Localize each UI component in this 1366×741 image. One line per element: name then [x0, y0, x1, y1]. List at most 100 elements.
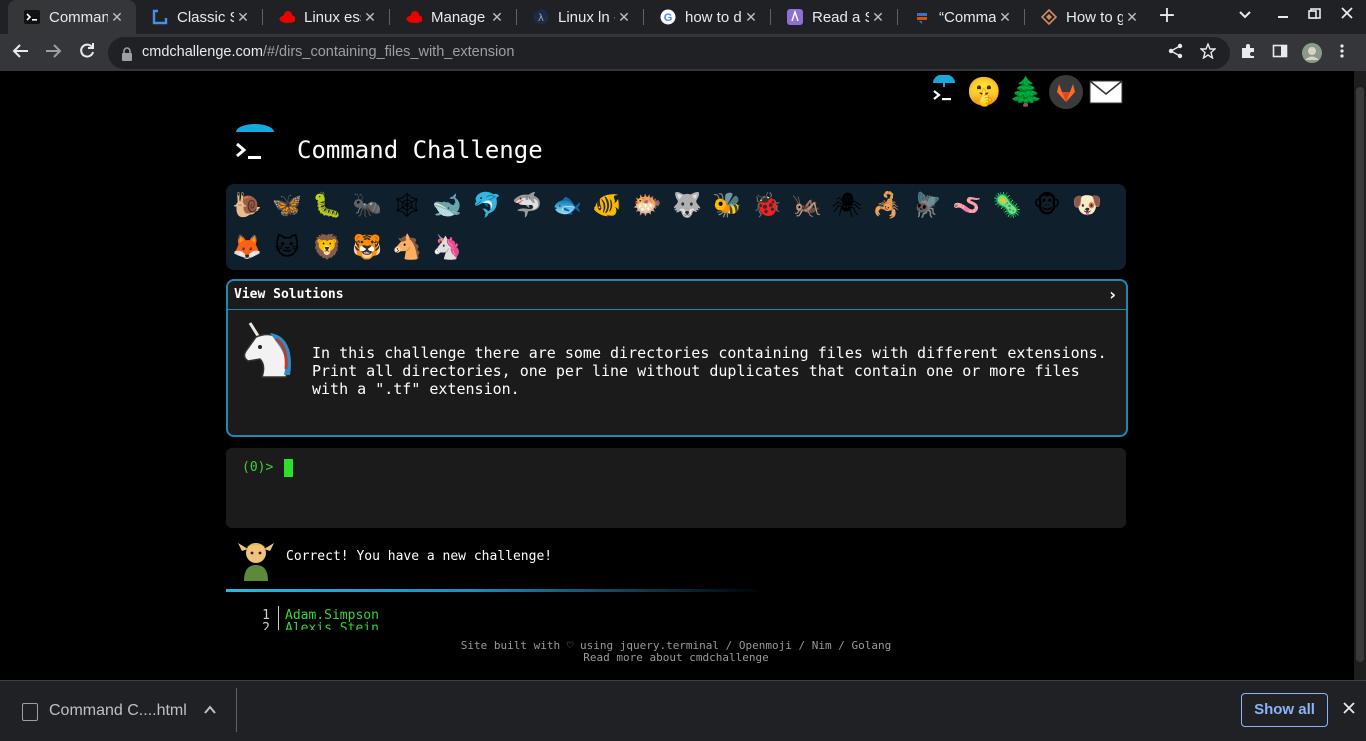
terminal-input-area[interactable]: (0)>	[226, 448, 1126, 528]
chevron-up-icon[interactable]	[204, 701, 216, 720]
lock-icon[interactable]	[121, 46, 133, 65]
tab-close-icon[interactable]: ✕	[615, 9, 633, 26]
tab-linux-ess[interactable]: Linux ess ✕	[263, 0, 389, 34]
new-tab-button[interactable]: +	[1156, 5, 1178, 27]
tab-search-icon[interactable]	[1234, 7, 1256, 25]
tab-close-icon[interactable]: ✕	[1123, 9, 1141, 26]
extensions-icon[interactable]	[1238, 43, 1258, 63]
blowfish-icon[interactable]: 🐡	[630, 188, 664, 222]
challenge-panel: View Solutions › In this challenge there…	[226, 279, 1128, 437]
share-icon[interactable]	[1166, 43, 1186, 63]
fly-icon[interactable]: 🪰	[910, 188, 944, 222]
scorpion-icon[interactable]: 🦂	[870, 188, 904, 222]
url-text[interactable]: cmdchallenge.com/#/dirs_containing_files…	[142, 44, 514, 60]
diamond-favicon	[1041, 9, 1057, 25]
view-solutions-header[interactable]: View Solutions ›	[228, 281, 1126, 310]
butterfly-icon[interactable]: 🦋	[270, 188, 304, 222]
tab-title: Classic Sy	[177, 8, 234, 26]
lambda-favicon: λ	[533, 9, 549, 25]
tab-close-icon[interactable]: ✕	[108, 9, 126, 26]
tab-manage[interactable]: Manage y ✕	[390, 0, 516, 34]
unicorn-icon[interactable]: 🦄	[430, 230, 464, 264]
profile-avatar[interactable]	[1302, 43, 1322, 63]
shark-icon[interactable]: 🦈	[510, 188, 544, 222]
fish-icon[interactable]: 🐟	[550, 188, 584, 222]
unicorn-icon	[236, 319, 296, 379]
line-number: 2	[262, 621, 270, 630]
challenge-progress-bar: 🐌 🦋 🐛 🐜 🕸 🐋 🐬 🦈 🐟 🐠 🐡 🐺 🐝 🐞 🦗 🕷 🦂 🪰 🪱 🦠 🐵 🐶 🦊 🐱 🦁 🐯 🐴 🦄	[226, 184, 1126, 270]
tab-close-icon[interactable]: ✕	[869, 9, 887, 26]
worm-icon[interactable]: 🪱	[950, 188, 984, 222]
tab-title: How to g	[1066, 8, 1123, 26]
whale-icon[interactable]: 🐋	[430, 188, 464, 222]
tab-classic[interactable]: Classic Sy ✕	[136, 0, 262, 34]
tab-command-quote[interactable]: “Comma ✕	[898, 0, 1024, 34]
minimize-icon[interactable]	[1272, 6, 1294, 24]
tab-google[interactable]: G how to d ✕	[644, 0, 770, 34]
menu-kebab-icon[interactable]	[1332, 43, 1352, 63]
ladybug-icon[interactable]: 🐞	[750, 188, 784, 222]
reload-icon[interactable]	[76, 42, 98, 64]
tab-command-challenge[interactable]: Comman ✕	[8, 0, 136, 34]
vertical-scrollbar[interactable]	[1354, 71, 1366, 680]
snail-icon[interactable]: 🐌	[230, 188, 264, 222]
purple-favicon	[787, 9, 803, 25]
tab-read-a-sp[interactable]: Read a Sp ✕	[771, 0, 897, 34]
dolphin-icon[interactable]: 🐬	[470, 188, 504, 222]
tree-icon[interactable]: 🌲	[1008, 74, 1044, 110]
tiger-icon[interactable]: 🐯	[350, 230, 384, 264]
spiderweb-icon[interactable]: 🕸	[390, 188, 424, 222]
gitlab-icon[interactable]	[1048, 74, 1084, 110]
bee-icon[interactable]: 🐝	[710, 188, 744, 222]
terminal-icon[interactable]	[926, 74, 962, 110]
status-message: Correct! You have a new challenge!	[286, 549, 553, 564]
dog-icon[interactable]: 🐶	[1070, 188, 1104, 222]
cricket-icon[interactable]: 🦗	[790, 188, 824, 222]
back-icon[interactable]	[10, 42, 32, 64]
tropical-fish-icon[interactable]: 🐠	[590, 188, 624, 222]
site-footer: Site built with ♡ using jquery.terminal …	[226, 640, 1126, 664]
file-icon	[22, 703, 38, 721]
tab-linux-ln[interactable]: λ Linux ln - ✕	[517, 0, 643, 34]
scrollbar-thumb[interactable]	[1356, 87, 1364, 662]
tab-title: Comman	[49, 8, 108, 26]
tab-strip: Comman ✕ Classic Sy ✕ Linux ess ✕ Manage…	[0, 0, 1366, 34]
fox-icon[interactable]: 🦊	[230, 230, 264, 264]
hush-emoji-icon[interactable]: 🤫	[966, 74, 1002, 110]
site-logo	[232, 124, 278, 170]
tab-title: Linux ess	[304, 8, 361, 26]
wolf-icon[interactable]: 🐺	[670, 188, 704, 222]
side-panel-icon[interactable]	[1270, 43, 1290, 63]
download-item-name[interactable]: Command C....html	[49, 702, 187, 720]
show-all-button[interactable]: Show all	[1241, 693, 1328, 727]
mail-icon[interactable]	[1088, 74, 1124, 110]
footer-about-link[interactable]: Read more about cmdchallenge	[226, 652, 1126, 664]
spider-icon[interactable]: 🕷	[830, 188, 864, 222]
tab-close-icon[interactable]: ✕	[361, 9, 379, 26]
maximize-icon[interactable]	[1304, 6, 1326, 24]
tab-close-icon[interactable]: ✕	[742, 9, 760, 26]
monkey-icon[interactable]: 🐵	[1030, 188, 1064, 222]
tab-how-to-g[interactable]: How to g ✕	[1025, 0, 1151, 34]
challenge-description: In this challenge there are some directo…	[312, 344, 1107, 398]
close-window-icon[interactable]	[1336, 6, 1358, 24]
terminal-cursor[interactable]	[284, 459, 293, 477]
chevron-right-icon[interactable]: ›	[1109, 285, 1116, 304]
bookmark-star-icon[interactable]	[1198, 42, 1218, 63]
tab-close-icon[interactable]: ✕	[996, 9, 1014, 26]
svg-text:λ: λ	[538, 13, 544, 24]
lion-icon[interactable]: 🦁	[310, 230, 344, 264]
cat-icon[interactable]: 🐱	[270, 230, 304, 264]
output-line: Alexis.Stein	[285, 621, 379, 630]
status-divider	[226, 589, 766, 592]
caterpillar-icon[interactable]: 🐛	[310, 188, 344, 222]
horse-icon[interactable]: 🐴	[390, 230, 424, 264]
forward-icon[interactable]	[42, 42, 64, 64]
tab-close-icon[interactable]: ✕	[488, 9, 506, 26]
elf-icon	[236, 537, 276, 581]
tab-title: how to d	[685, 8, 742, 26]
ant-icon[interactable]: 🐜	[350, 188, 384, 222]
close-download-bar-icon[interactable]	[1338, 699, 1360, 720]
microbe-icon[interactable]: 🦠	[990, 188, 1024, 222]
tab-close-icon[interactable]: ✕	[234, 9, 252, 26]
